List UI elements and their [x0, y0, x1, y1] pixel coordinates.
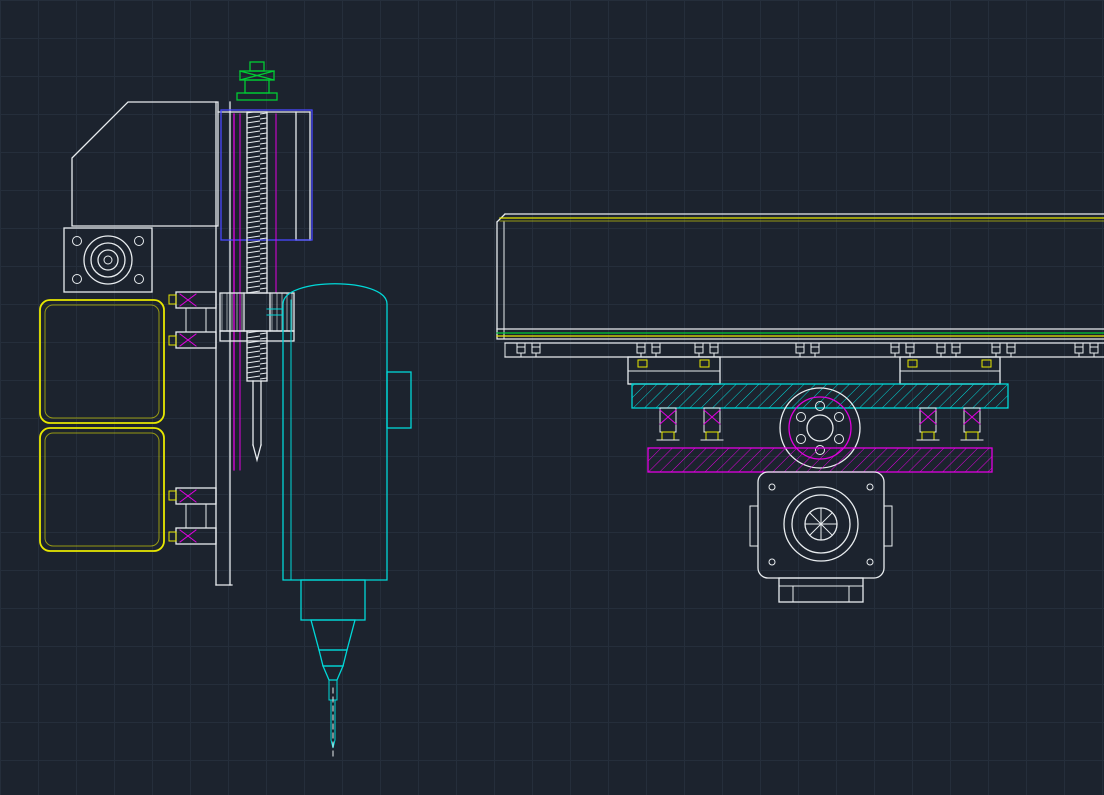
- flange-bolt[interactable]: [1074, 342, 1084, 358]
- flange-bolt[interactable]: [709, 342, 719, 358]
- clamp-post[interactable]: [656, 407, 680, 441]
- pulley[interactable]: [236, 61, 278, 101]
- clamp-post[interactable]: [700, 407, 724, 441]
- rail-clamp-lower[interactable]: [168, 487, 217, 545]
- flange-bolt[interactable]: [1006, 342, 1016, 358]
- rail-carriage-right[interactable]: [899, 356, 1001, 385]
- cad-viewport[interactable]: [0, 0, 1104, 795]
- spindle-motor[interactable]: [266, 283, 412, 759]
- cover-plates[interactable]: [39, 299, 165, 552]
- z-axis-bracket[interactable]: [71, 101, 219, 227]
- flange-bolt[interactable]: [936, 342, 946, 358]
- gearbox-motor[interactable]: [749, 471, 893, 603]
- flange-bolt[interactable]: [810, 342, 820, 358]
- flange-bolt[interactable]: [1089, 342, 1099, 358]
- flange-bolt[interactable]: [531, 342, 541, 358]
- rail-clamp-upper[interactable]: [168, 291, 217, 349]
- rail-flange[interactable]: [504, 342, 1104, 358]
- drawing-canvas[interactable]: [0, 0, 1104, 795]
- drive-plate[interactable]: [647, 447, 993, 473]
- clamp-post[interactable]: [916, 407, 940, 441]
- ballscrew[interactable]: [246, 111, 268, 463]
- gantry-beam[interactable]: [496, 213, 1104, 340]
- rail-carriage-left[interactable]: [627, 356, 721, 385]
- flange-bolt[interactable]: [951, 342, 961, 358]
- spindle-assembly[interactable]: [39, 61, 412, 759]
- flange-bolt[interactable]: [516, 342, 526, 358]
- flange-bolt[interactable]: [651, 342, 661, 358]
- clamp-post[interactable]: [960, 407, 984, 441]
- flange-bolt[interactable]: [991, 342, 1001, 358]
- table-assembly[interactable]: [496, 213, 1104, 603]
- flange-bolt[interactable]: [694, 342, 704, 358]
- z-motor-flange[interactable]: [63, 227, 153, 293]
- flange-bolt[interactable]: [636, 342, 646, 358]
- flange-bolt[interactable]: [795, 342, 805, 358]
- flange-bolt[interactable]: [905, 342, 915, 358]
- flange-bolt[interactable]: [890, 342, 900, 358]
